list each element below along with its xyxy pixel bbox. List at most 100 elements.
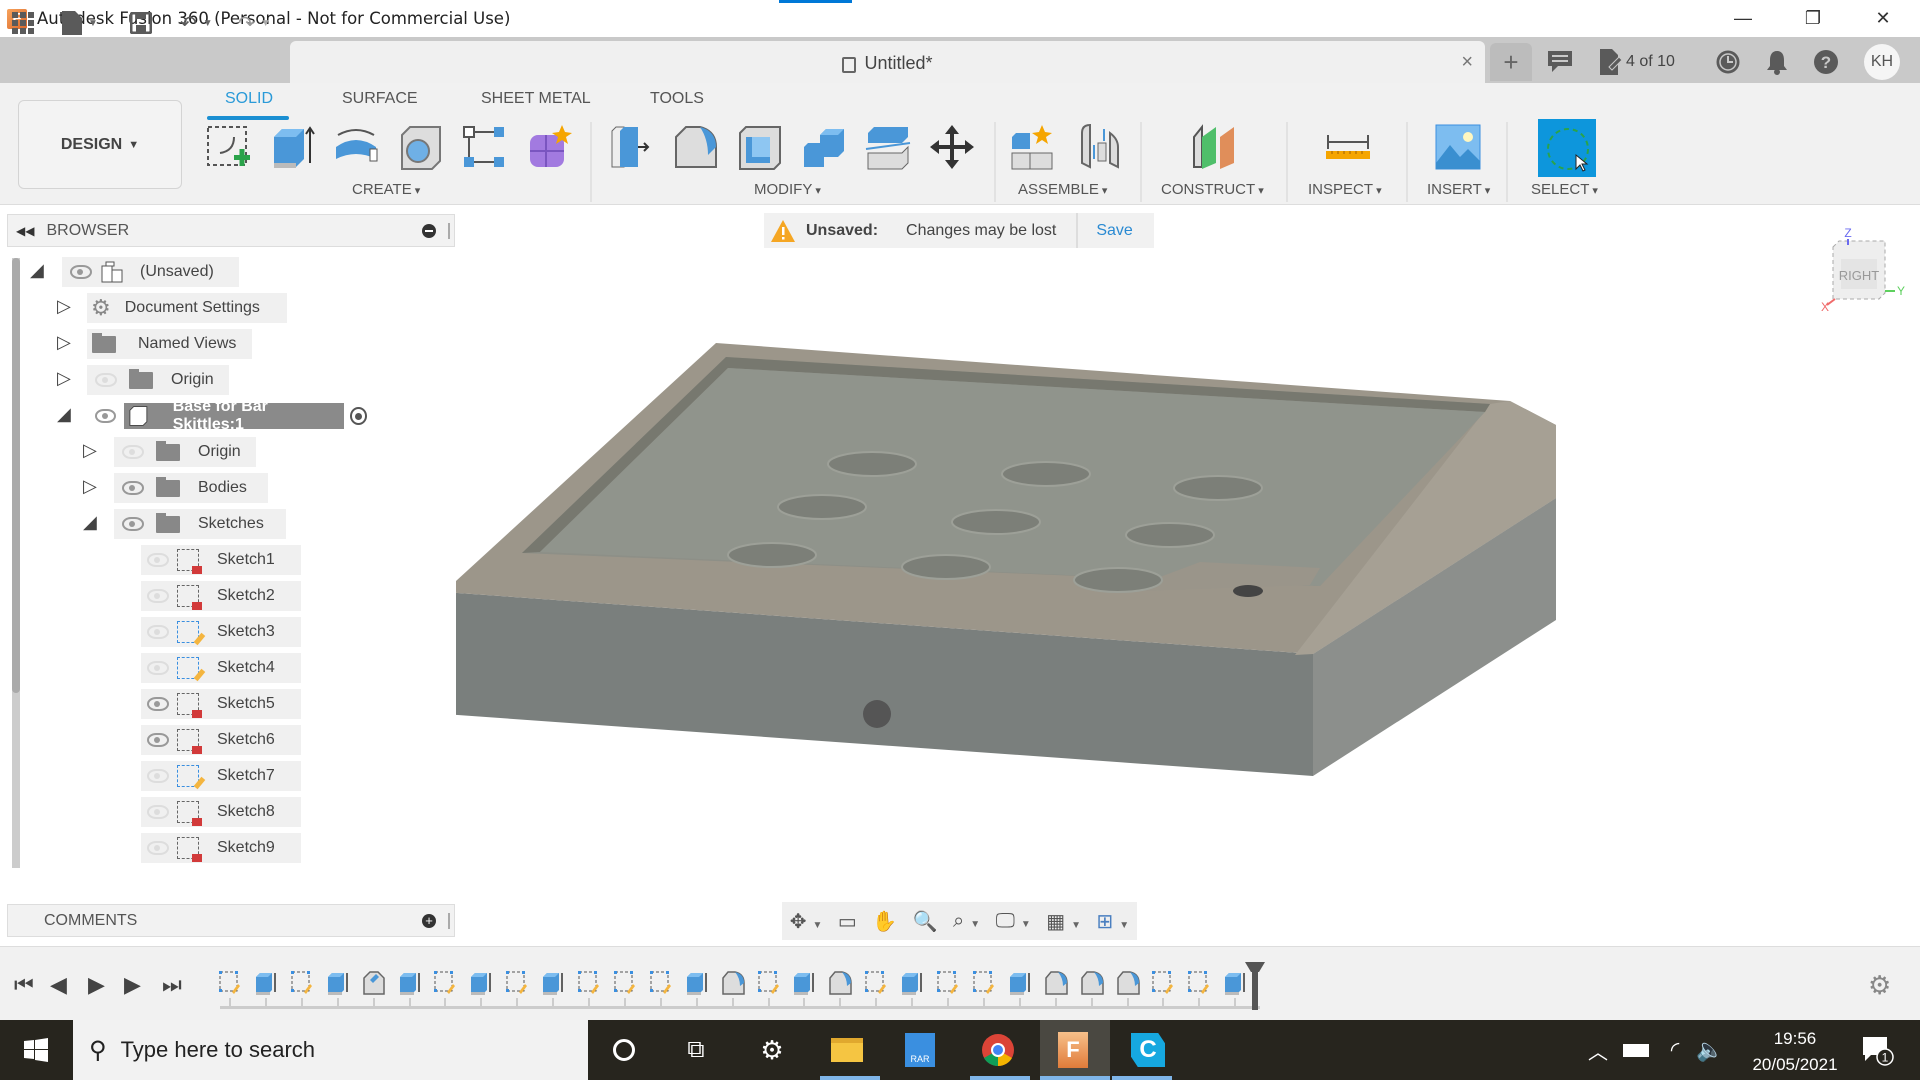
- timeline-feature-extrude[interactable]: [254, 970, 278, 996]
- winrar-icon[interactable]: RAR: [900, 1030, 940, 1070]
- browser-header[interactable]: ◀◀ BROWSER: [7, 214, 455, 247]
- tab-surface[interactable]: SURFACE: [342, 90, 418, 108]
- orbit-icon[interactable]: ✥ ▼: [790, 909, 823, 934]
- tree-item-root[interactable]: (Unsaved): [62, 257, 239, 287]
- collapsed-toggle-icon[interactable]: ▷: [57, 296, 71, 317]
- create-form-icon[interactable]: [524, 123, 572, 171]
- timeline-feature-extrude[interactable]: [792, 970, 816, 996]
- windows-start-icon[interactable]: [16, 1030, 56, 1070]
- job-status-button[interactable]: 4 of 10: [1600, 47, 1675, 77]
- hidden-eye-icon[interactable]: [147, 589, 169, 603]
- hidden-eye-icon[interactable]: [147, 769, 169, 783]
- comments-panel-header[interactable]: COMMENTS +: [7, 904, 455, 937]
- combine-icon[interactable]: [800, 123, 848, 171]
- model-base-for-bar-skittles[interactable]: [444, 206, 1920, 946]
- look-at-icon[interactable]: ▭: [838, 909, 857, 934]
- sketch-item[interactable]: Sketch7: [141, 761, 301, 791]
- save-icon[interactable]: [130, 10, 152, 36]
- sketch-item[interactable]: Sketch8: [141, 797, 301, 827]
- volume-icon[interactable]: 🔈: [1690, 1030, 1730, 1070]
- tree-item-origin-sub[interactable]: Origin: [114, 437, 256, 467]
- timeline-feature-sketch[interactable]: [433, 970, 457, 996]
- file-explorer-icon[interactable]: [827, 1030, 867, 1070]
- timeline-last-button[interactable]: ⏭: [162, 972, 182, 998]
- press-pull-icon[interactable]: [608, 123, 656, 171]
- tree-item-bodies[interactable]: Bodies: [114, 473, 268, 503]
- close-tab-icon[interactable]: ×: [1461, 51, 1473, 74]
- sketch-item[interactable]: Sketch3: [141, 617, 301, 647]
- assemble-menu[interactable]: ASSEMBLE: [1018, 181, 1107, 198]
- shell-icon[interactable]: [736, 123, 784, 171]
- notification-center-icon[interactable]: 1: [1858, 1030, 1898, 1070]
- timeline-feature-shell[interactable]: [362, 970, 386, 996]
- tree-item-origin[interactable]: Origin: [87, 365, 229, 395]
- visibility-eye-icon[interactable]: [70, 265, 92, 279]
- tab-solid[interactable]: SOLID: [225, 90, 273, 108]
- timeline-feature-sketch[interactable]: [1151, 970, 1175, 996]
- timeline-first-button[interactable]: ⏮: [14, 972, 34, 998]
- modify-menu[interactable]: MODIFY: [754, 181, 821, 198]
- revolve-icon[interactable]: [332, 123, 380, 171]
- new-tab-button[interactable]: +: [1490, 43, 1532, 81]
- timeline-feature-sketch[interactable]: [577, 970, 601, 996]
- browser-scrollbar[interactable]: [12, 258, 20, 693]
- timeline-feature-sketch[interactable]: [1187, 970, 1211, 996]
- panel-resize-handle[interactable]: [448, 913, 450, 929]
- hidden-eye-icon[interactable]: [147, 625, 169, 639]
- add-comment-icon[interactable]: +: [422, 914, 436, 928]
- show-hidden-icons-chevron-icon[interactable]: ︿: [1578, 1030, 1618, 1070]
- zoom-icon[interactable]: 🔍: [913, 909, 938, 934]
- grid-settings-icon[interactable]: ▦ ▼: [1046, 909, 1081, 934]
- collapsed-toggle-icon[interactable]: ▷: [57, 332, 71, 353]
- comment-icon[interactable]: [1548, 47, 1572, 77]
- collapse-panel-icon[interactable]: ◀◀: [16, 224, 34, 238]
- timeline-feature-sketch[interactable]: [757, 970, 781, 996]
- timeline-feature-fillet[interactable]: [1116, 970, 1140, 996]
- sketch-item[interactable]: Sketch6: [141, 725, 301, 755]
- pan-icon[interactable]: ✋: [872, 909, 897, 934]
- timeline-next-button[interactable]: ▶: [124, 972, 141, 998]
- expanded-toggle-icon[interactable]: ◢: [57, 404, 71, 425]
- hidden-eye-icon[interactable]: [147, 553, 169, 567]
- tree-item-base-for-bar-skittles[interactable]: Base for Bar Skittles:1: [87, 398, 367, 433]
- workspace-switcher[interactable]: DESIGN ▼: [18, 100, 182, 189]
- settings-gear-icon[interactable]: ⚙: [752, 1030, 792, 1070]
- system-clock[interactable]: 19:56 20/05/2021: [1745, 1026, 1845, 1078]
- joint-icon[interactable]: [1076, 123, 1124, 171]
- timeline-feature-extrude[interactable]: [326, 970, 350, 996]
- timeline-feature-sketch[interactable]: [290, 970, 314, 996]
- hidden-eye-icon[interactable]: [147, 841, 169, 855]
- chrome-icon[interactable]: [978, 1030, 1018, 1070]
- collapse-browser-icon[interactable]: [422, 224, 436, 238]
- tree-item-named-views[interactable]: Named Views: [87, 329, 252, 359]
- visibility-eye-icon[interactable]: [147, 733, 169, 747]
- redo-button[interactable]: ↷ ▼: [238, 10, 271, 36]
- timeline-feature-extrude[interactable]: [541, 970, 565, 996]
- collapsed-toggle-icon[interactable]: ▷: [83, 476, 97, 497]
- new-component-icon[interactable]: [1010, 123, 1058, 171]
- expanded-toggle-icon[interactable]: ◢: [30, 260, 44, 281]
- sketch-item[interactable]: Sketch9: [141, 833, 301, 863]
- hidden-eye-icon[interactable]: [122, 445, 144, 459]
- timeline-play-button[interactable]: ▶: [88, 972, 105, 998]
- bell-icon[interactable]: [1766, 47, 1788, 77]
- activate-component-icon[interactable]: [349, 407, 367, 425]
- clock-icon[interactable]: [1715, 47, 1741, 77]
- create-menu[interactable]: CREATE: [352, 181, 420, 198]
- visibility-eye-icon[interactable]: [122, 481, 144, 495]
- cura-icon[interactable]: C: [1128, 1030, 1168, 1070]
- viewports-icon[interactable]: ⊞ ▼: [1097, 909, 1130, 934]
- timeline-previous-button[interactable]: ◀: [50, 972, 67, 998]
- sketch-item[interactable]: Sketch2: [141, 581, 301, 611]
- minimize-button[interactable]: —: [1715, 0, 1771, 36]
- timeline-feature-fillet[interactable]: [828, 970, 853, 996]
- sketch-item[interactable]: Sketch1: [141, 545, 301, 575]
- visibility-eye-icon[interactable]: [147, 697, 169, 711]
- timeline-marker[interactable]: [1252, 962, 1258, 1010]
- offset-plane-icon[interactable]: [1190, 123, 1238, 171]
- visibility-eye-icon[interactable]: [95, 409, 117, 423]
- insert-menu[interactable]: INSERT: [1427, 181, 1490, 198]
- timeline-feature-sketch[interactable]: [972, 970, 996, 996]
- undo-button[interactable]: ↶ ▼: [180, 10, 213, 36]
- 3d-viewport[interactable]: [444, 206, 1920, 946]
